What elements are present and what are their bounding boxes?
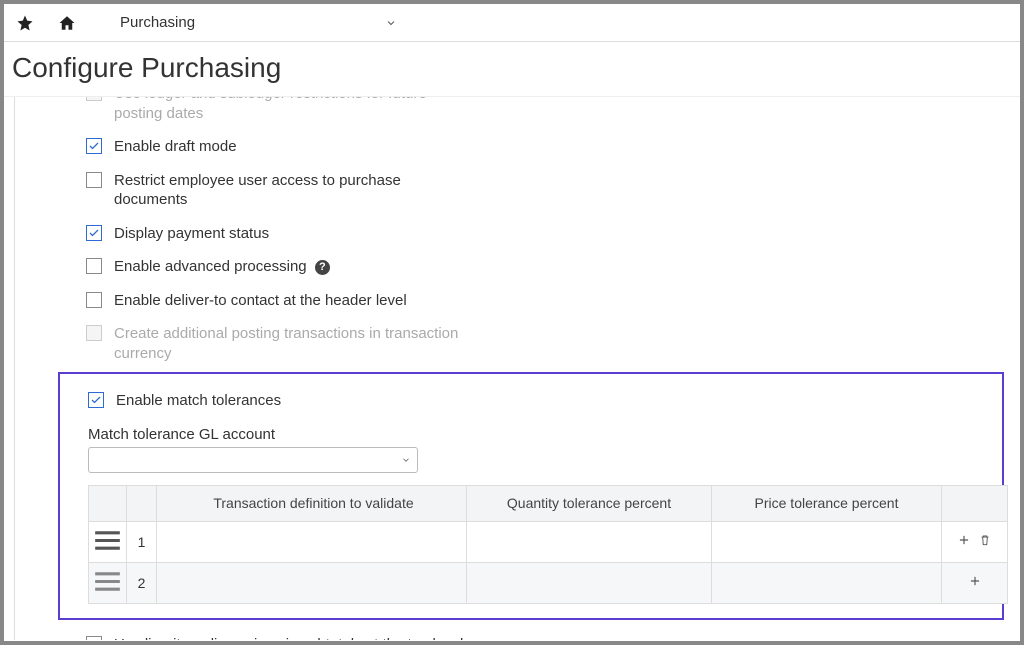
drag-handle-icon[interactable] [89, 521, 127, 562]
checkbox[interactable] [86, 258, 102, 274]
col-transaction-definition: Transaction definition to validate [157, 485, 467, 521]
option-label: Enable draft mode [114, 137, 237, 157]
option-restrict-employee[interactable]: Restrict employee user access to purchas… [86, 164, 1020, 217]
col-price-tolerance: Price tolerance percent [712, 485, 942, 521]
option-ledger-restrictions: Use ledger and subledger restrictions fo… [86, 97, 1020, 130]
delete-row-icon[interactable] [978, 533, 992, 547]
add-row-icon[interactable] [957, 533, 971, 547]
breadcrumb-module: Purchasing [120, 14, 195, 31]
option-label: Use line-item dimensions in subtotals at… [114, 635, 474, 641]
option-label: Enable match tolerances [116, 391, 281, 411]
cell-transaction[interactable] [157, 562, 467, 603]
col-rownum [127, 485, 157, 521]
checkbox[interactable] [86, 292, 102, 308]
checkbox[interactable] [86, 225, 102, 241]
top-bar: Purchasing [4, 4, 1020, 42]
option-payment-status[interactable]: Display payment status [86, 217, 1020, 251]
row-actions [942, 562, 1008, 603]
option-match-tolerances[interactable]: Enable match tolerances [88, 384, 1002, 418]
checkbox [86, 97, 102, 101]
gl-account-label: Match tolerance GL account [88, 426, 1002, 443]
option-label: Restrict employee user access to purchas… [114, 171, 474, 210]
col-handle [89, 485, 127, 521]
option-enable-draft[interactable]: Enable draft mode [86, 130, 1020, 164]
row-actions [942, 521, 1008, 562]
cell-price[interactable] [712, 521, 942, 562]
table-row[interactable]: 1 [89, 521, 1008, 562]
content-area: Use ledger and subledger restrictions fo… [4, 97, 1020, 640]
option-additional-posting: Create additional posting transactions i… [86, 317, 1020, 370]
checkbox[interactable] [86, 636, 102, 641]
home-icon[interactable] [58, 14, 76, 32]
option-text: Enable advanced processing [114, 258, 307, 275]
option-line-item-dimensions[interactable]: Use line-item dimensions in subtotals at… [86, 628, 1020, 641]
cell-quantity[interactable] [467, 521, 712, 562]
cell-transaction[interactable] [157, 521, 467, 562]
option-label: Use ledger and subledger restrictions fo… [114, 97, 474, 123]
row-number: 2 [127, 562, 157, 603]
favorite-icon[interactable] [16, 14, 34, 32]
option-label: Display payment status [114, 224, 269, 244]
cell-quantity[interactable] [467, 562, 712, 603]
table-row[interactable]: 2 [89, 562, 1008, 603]
col-actions [942, 485, 1008, 521]
page-title: Configure Purchasing [4, 42, 1020, 97]
checkbox[interactable] [88, 392, 104, 408]
option-label: Enable advanced processing ? [114, 257, 330, 277]
option-advanced-processing[interactable]: Enable advanced processing ? [86, 250, 1020, 284]
chevron-down-icon [401, 455, 411, 465]
chevron-down-icon [385, 17, 397, 29]
gl-account-select[interactable] [88, 447, 418, 473]
tolerance-grid: Transaction definition to validate Quant… [88, 485, 1008, 604]
breadcrumb[interactable]: Purchasing [100, 14, 397, 31]
col-quantity-tolerance: Quantity tolerance percent [467, 485, 712, 521]
checkbox[interactable] [86, 138, 102, 154]
help-icon[interactable]: ? [315, 260, 330, 275]
cell-price[interactable] [712, 562, 942, 603]
option-label: Enable deliver-to contact at the header … [114, 291, 407, 311]
checkbox [86, 325, 102, 341]
option-deliver-to[interactable]: Enable deliver-to contact at the header … [86, 284, 1020, 318]
drag-handle-icon[interactable] [89, 562, 127, 603]
checkbox[interactable] [86, 172, 102, 188]
option-label: Create additional posting transactions i… [114, 324, 474, 363]
option-text: Use line-item dimensions in subtotals at… [114, 636, 463, 641]
row-number: 1 [127, 521, 157, 562]
match-tolerance-section: Enable match tolerances Match tolerance … [58, 372, 1004, 620]
add-row-icon[interactable] [968, 574, 982, 588]
